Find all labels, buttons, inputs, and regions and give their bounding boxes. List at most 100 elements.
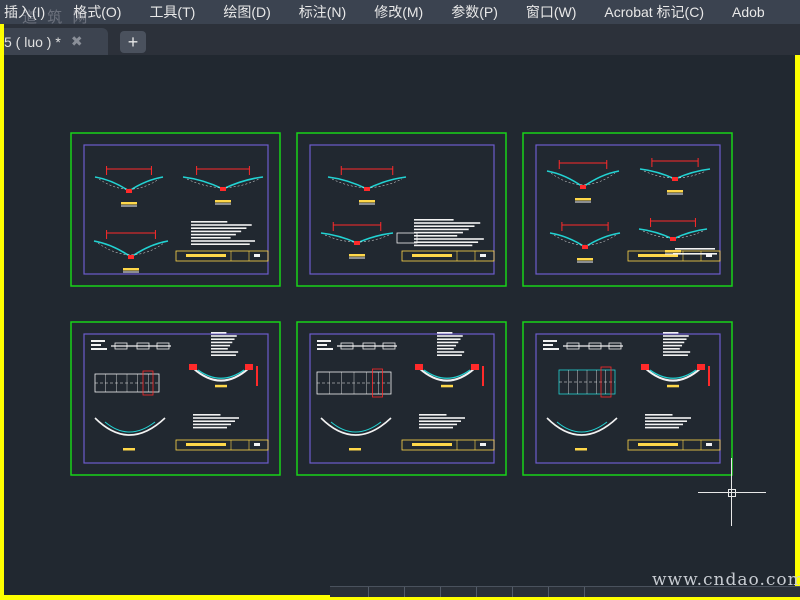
- title-block-number: [480, 254, 486, 257]
- note-line: [191, 221, 228, 223]
- note-line: [211, 354, 236, 356]
- note-line: [191, 240, 256, 242]
- note-line: [317, 348, 333, 350]
- dimension-marker: [220, 187, 226, 191]
- menu-parametric[interactable]: 参数(P): [437, 0, 512, 24]
- section-label: [667, 190, 683, 193]
- section-label: [349, 448, 361, 451]
- note-line: [91, 344, 101, 346]
- note-line: [414, 225, 475, 227]
- note-line: [437, 344, 457, 347]
- dimension-marker: [580, 185, 586, 189]
- title-block-number: [480, 443, 486, 446]
- dimension-marker: [354, 241, 360, 245]
- note-line: [91, 340, 105, 342]
- note-line: [191, 224, 252, 226]
- drawing-sheet: [70, 132, 281, 287]
- note-line: [419, 414, 447, 416]
- section-label: [575, 448, 587, 451]
- note-line: [663, 332, 679, 334]
- dimension-marker: [245, 364, 253, 370]
- section-label: [123, 268, 139, 271]
- note-line: [414, 219, 454, 221]
- note-line: [91, 348, 107, 350]
- note-line: [419, 417, 465, 419]
- menu-acrobat-markup[interactable]: Acrobat 标记(C): [590, 0, 718, 24]
- note-line: [437, 354, 462, 356]
- note-line: [437, 348, 454, 350]
- note-line: [543, 344, 553, 346]
- section-label: [215, 200, 231, 203]
- note-line: [645, 423, 683, 426]
- note-line: [437, 332, 453, 334]
- note-line: [645, 426, 679, 429]
- drawing-sheet: [296, 132, 507, 287]
- note-line: [211, 351, 239, 353]
- section-label: [121, 202, 137, 205]
- sheet-outer-frame: [522, 132, 733, 287]
- menu-dimension[interactable]: 标注(N): [285, 0, 360, 24]
- section-label: [665, 250, 681, 253]
- note-line: [211, 344, 231, 347]
- note-line: [543, 340, 557, 342]
- menu-window[interactable]: 窗口(W): [512, 0, 591, 24]
- section-label: [349, 254, 365, 257]
- note-line: [663, 348, 680, 350]
- note-line: [645, 420, 687, 422]
- note-line: [663, 351, 691, 353]
- dimension-marker: [364, 187, 370, 191]
- note-line: [645, 417, 691, 419]
- menu-adobe[interactable]: Adob: [718, 0, 779, 24]
- sheet-outer-frame: [296, 132, 507, 287]
- dimension-marker: [670, 237, 676, 241]
- watermark-bottom: www.cndao.com: [652, 570, 800, 590]
- note-line: [193, 423, 231, 426]
- note-line: [663, 335, 689, 337]
- section-label: [123, 448, 135, 451]
- note-line: [211, 341, 233, 344]
- menu-draw[interactable]: 绘图(D): [209, 0, 284, 24]
- note-line: [419, 420, 461, 422]
- document-tab-label: 5 ( luo ) *: [4, 33, 61, 50]
- crosshair-pickbox: [728, 489, 736, 497]
- drawing-canvas[interactable]: [4, 55, 795, 595]
- title-block-number: [706, 443, 712, 446]
- menu-modify[interactable]: 修改(M): [360, 0, 437, 24]
- note-line: [211, 348, 228, 350]
- title-block-name: [186, 443, 226, 446]
- note-line: [437, 341, 459, 344]
- title-block-name: [638, 443, 678, 446]
- sheet-outer-frame: [70, 321, 281, 476]
- note-line: [437, 335, 463, 337]
- note-line: [663, 338, 687, 340]
- section-label: [577, 258, 593, 261]
- close-icon[interactable]: ✖: [71, 33, 83, 50]
- note-line: [543, 348, 559, 350]
- note-line: [437, 338, 461, 340]
- title-block-name: [412, 443, 452, 446]
- menu-bar: 插入(I) 格式(O) 工具(T) 绘图(D) 标注(N) 修改(M) 参数(P…: [0, 0, 800, 24]
- note-line: [191, 243, 250, 245]
- note-line: [211, 335, 237, 337]
- drawing-sheet: [522, 132, 733, 287]
- document-tab-bar: 5 ( luo ) * ✖ +: [4, 24, 800, 55]
- new-tab-button[interactable]: +: [120, 31, 146, 53]
- title-block-name: [186, 254, 226, 257]
- menu-tools[interactable]: 工具(T): [135, 0, 209, 24]
- channel-section: [546, 170, 620, 188]
- note-line: [419, 423, 457, 426]
- note-line: [645, 414, 673, 416]
- drawing-sheet: [70, 321, 281, 476]
- section-label: [575, 198, 591, 201]
- note-line: [414, 222, 481, 224]
- note-line: [211, 338, 235, 340]
- note-line: [414, 235, 458, 237]
- title-block-name: [412, 254, 452, 257]
- dimension-marker: [415, 364, 423, 370]
- dimension-marker: [471, 364, 479, 370]
- section-label: [359, 200, 375, 203]
- note-line: [414, 231, 463, 234]
- document-tab[interactable]: 5 ( luo ) * ✖: [4, 28, 108, 55]
- dimension-marker: [189, 364, 197, 370]
- sheet-outer-frame: [296, 321, 507, 476]
